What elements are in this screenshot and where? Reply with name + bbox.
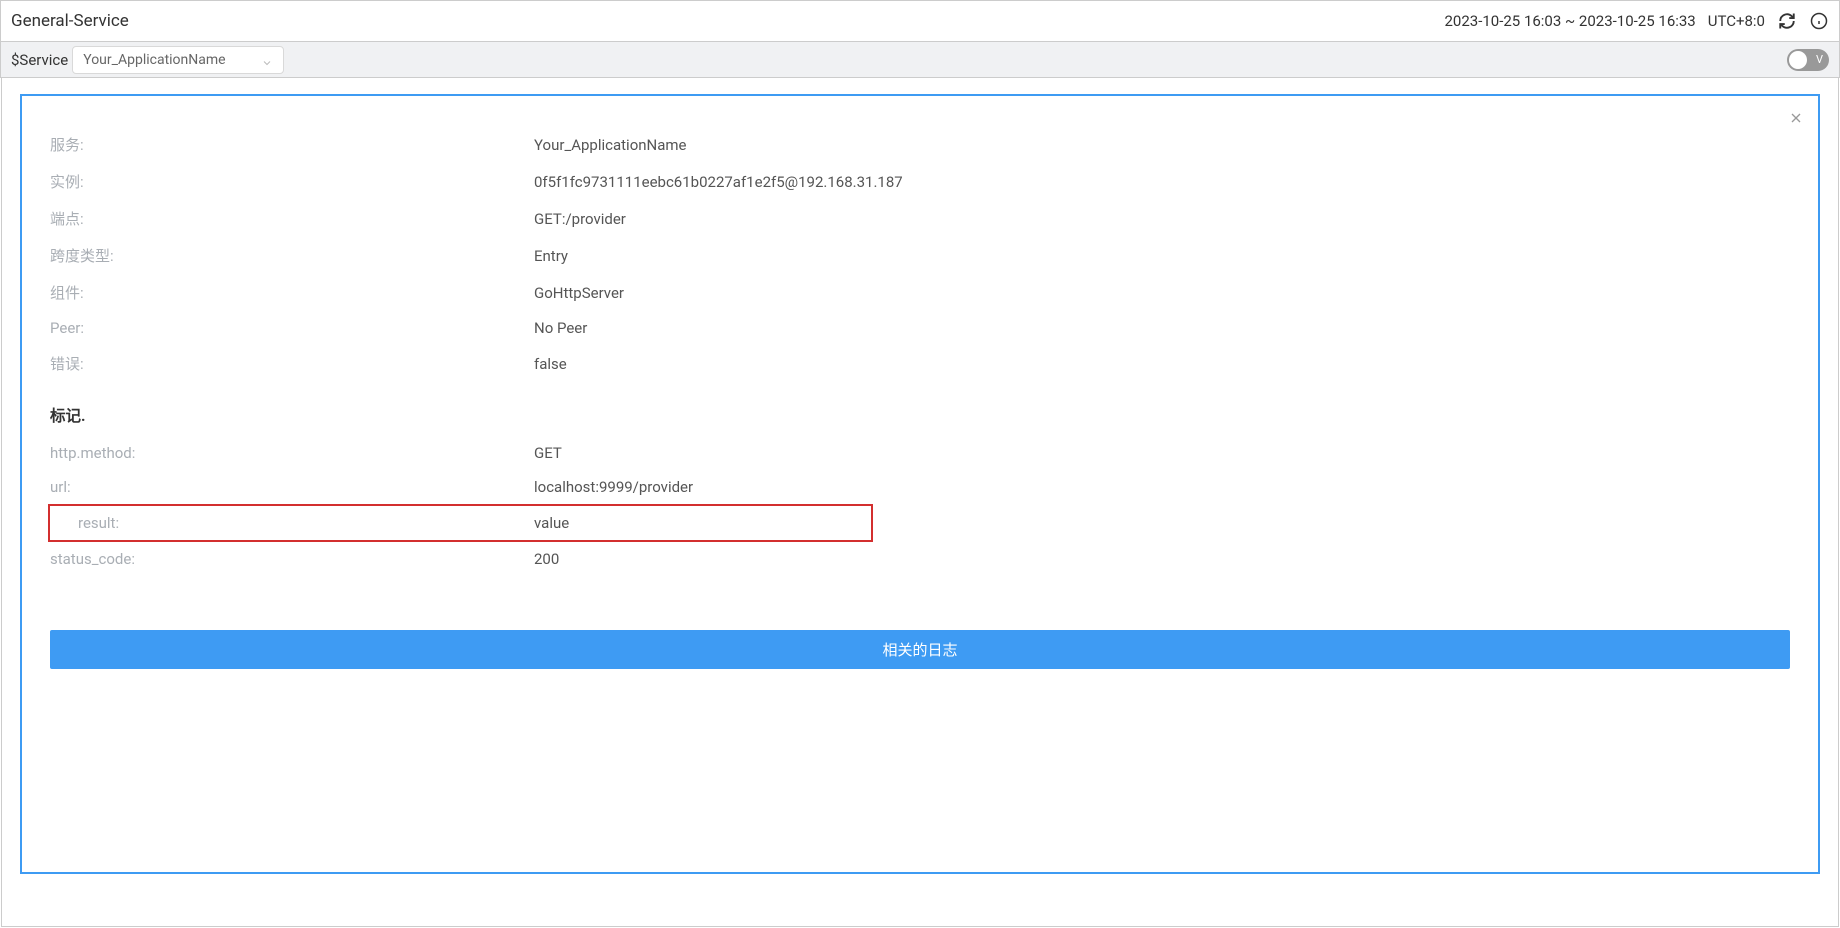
detail-label: 实例: (22, 171, 534, 192)
tags-section-header: 标记. (22, 382, 1818, 436)
header-top-bar: General-Service 2023-10-25 16:03 ~ 2023-… (0, 0, 1840, 42)
detail-label: 组件: (22, 282, 534, 303)
tag-row-highlighted: result:value (48, 504, 873, 542)
detail-value: No Peer (534, 319, 1818, 337)
header-sub-bar: $Service Your_ApplicationName V (0, 42, 1840, 78)
tag-row: url:localhost:9999/provider (22, 470, 1818, 504)
service-dropdown-value: Your_ApplicationName (83, 52, 225, 68)
detail-value: GET:/provider (534, 210, 1818, 228)
tag-row: status_code:200 (22, 542, 1818, 576)
toggle-label: V (1816, 53, 1823, 66)
detail-value: Entry (534, 247, 1818, 265)
tag-label: http.method: (22, 444, 534, 462)
detail-label: 端点: (22, 208, 534, 229)
service-dropdown[interactable]: Your_ApplicationName (72, 46, 284, 74)
detail-label: 跨度类型: (22, 245, 534, 266)
time-range-display[interactable]: 2023-10-25 16:03 ~ 2023-10-25 16:33 (1444, 12, 1695, 30)
page-title: General-Service (11, 11, 129, 31)
detail-row: 错误:false (22, 345, 1818, 382)
tag-value: 200 (534, 550, 1818, 568)
detail-label: Peer: (22, 319, 534, 337)
detail-label: 错误: (22, 353, 534, 374)
tag-value: value (534, 514, 871, 532)
detail-value: 0f5f1fc9731111eebc61b0227af1e2f5@192.168… (534, 173, 1818, 191)
detail-row: Peer:No Peer (22, 311, 1818, 345)
detail-value: false (534, 355, 1818, 373)
detail-value: Your_ApplicationName (534, 136, 1818, 154)
timezone-label[interactable]: UTC+8:0 (1708, 12, 1765, 30)
close-icon[interactable] (1786, 108, 1806, 128)
span-detail-panel: 服务:Your_ApplicationName实例:0f5f1fc9731111… (20, 94, 1820, 874)
service-var-label: $Service (11, 51, 68, 69)
refresh-icon[interactable] (1777, 11, 1797, 31)
content-scroll-area[interactable]: 服务:Your_ApplicationName实例:0f5f1fc9731111… (1, 78, 1839, 927)
detail-label: 服务: (22, 134, 534, 155)
tag-label: result: (50, 514, 534, 532)
tag-value: localhost:9999/provider (534, 478, 1818, 496)
tag-row: http.method:GET (22, 436, 1818, 470)
detail-row: 跨度类型:Entry (22, 237, 1818, 274)
detail-row: 实例:0f5f1fc9731111eebc61b0227af1e2f5@192.… (22, 163, 1818, 200)
info-icon[interactable] (1809, 11, 1829, 31)
detail-row: 服务:Your_ApplicationName (22, 126, 1818, 163)
toggle-knob (1789, 51, 1807, 69)
tag-label: status_code: (22, 550, 534, 568)
service-selector-group: $Service Your_ApplicationName (11, 46, 284, 74)
detail-row: 组件:GoHttpServer (22, 274, 1818, 311)
tag-value: GET (534, 444, 1818, 462)
chevron-down-icon (261, 54, 273, 66)
related-logs-button[interactable]: 相关的日志 (50, 630, 1790, 669)
header-right-controls: 2023-10-25 16:03 ~ 2023-10-25 16:33 UTC+… (1444, 11, 1829, 31)
detail-value: GoHttpServer (534, 284, 1818, 302)
detail-row: 端点:GET:/provider (22, 200, 1818, 237)
tag-label: url: (22, 478, 534, 496)
view-toggle-switch[interactable]: V (1787, 49, 1829, 71)
